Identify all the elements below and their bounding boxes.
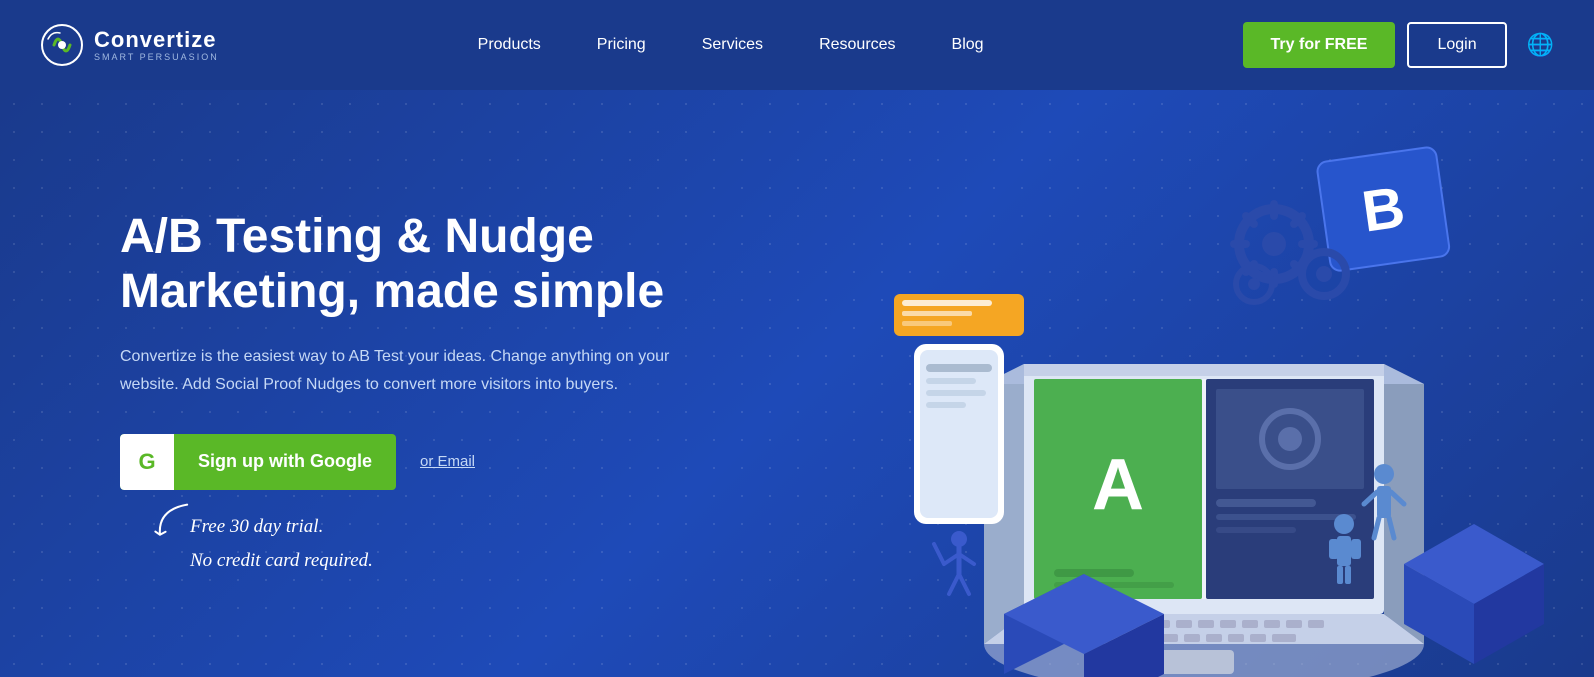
signup-google-button[interactable]: G Sign up with Google [120, 434, 396, 490]
trial-line2: No credit card required. [190, 550, 373, 571]
trial-note: Free 30 day trial. No credit card requir… [130, 510, 865, 578]
nav-services[interactable]: Services [674, 0, 791, 90]
signup-google-label: Sign up with Google [174, 451, 396, 472]
hero-title: A/B Testing & Nudge Marketing, made simp… [120, 209, 800, 319]
arrow-icon [147, 498, 203, 546]
nav-links: Products Pricing Services Resources Blog [450, 0, 1012, 90]
cta-area: G Sign up with Google or Email [120, 434, 865, 490]
try-free-button[interactable]: Try for FREE [1243, 22, 1396, 68]
brand-name: Convertize [94, 28, 219, 52]
navbar: Convertize SMART PERSUASION Products Pri… [0, 0, 1594, 90]
svg-text:B: B [1358, 174, 1409, 244]
hero-section: A/B Testing & Nudge Marketing, made simp… [0, 90, 1594, 677]
brand-tagline: SMART PERSUASION [94, 52, 219, 62]
signup-email-link[interactable]: or Email [420, 453, 475, 470]
logo-text: Convertize SMART PERSUASION [94, 28, 219, 62]
trial-text: Free 30 day trial. No credit card requir… [190, 510, 865, 578]
google-icon: G [120, 434, 174, 490]
hero-illustration: A [865, 144, 1474, 644]
login-button[interactable]: Login [1407, 22, 1506, 68]
language-icon[interactable]: 🌐 [1527, 32, 1554, 58]
hero-content: A/B Testing & Nudge Marketing, made simp… [120, 209, 865, 578]
nav-blog[interactable]: Blog [924, 0, 1012, 90]
svg-text:A: A [1092, 445, 1144, 525]
nav-pricing[interactable]: Pricing [569, 0, 674, 90]
logo-icon [40, 23, 84, 67]
nav-resources[interactable]: Resources [791, 0, 923, 90]
trial-line1: Free 30 day trial. [190, 516, 323, 537]
logo[interactable]: Convertize SMART PERSUASION [40, 23, 219, 67]
illustration-svg: A [804, 124, 1554, 677]
nav-products[interactable]: Products [450, 0, 569, 90]
nav-actions: Try for FREE Login 🌐 [1243, 22, 1554, 68]
hero-description: Convertize is the easiest way to AB Test… [120, 343, 680, 397]
